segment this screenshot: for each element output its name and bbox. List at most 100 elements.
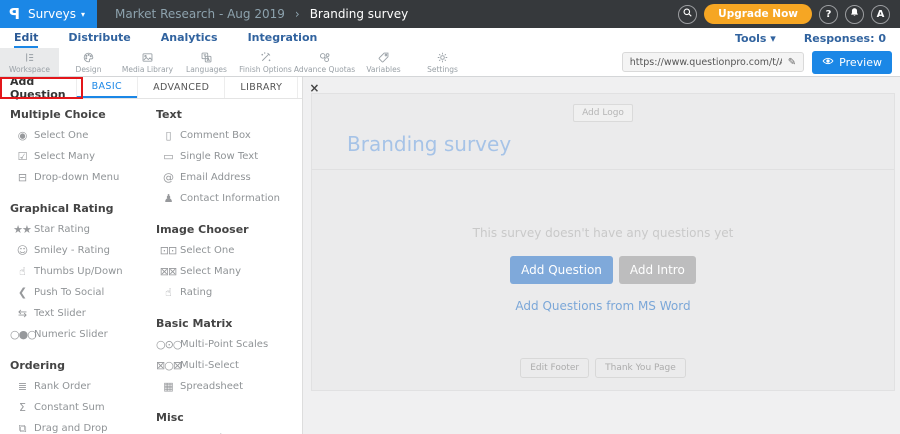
- question-type-image-select-many[interactable]: ⊠⊠Select Many: [156, 261, 302, 282]
- question-type-label: Multi-Select: [180, 360, 239, 371]
- panel-tabs: BASICADVANCEDLIBRARY: [76, 77, 298, 98]
- tool-variables[interactable]: Variables: [354, 48, 413, 76]
- add-intro-button[interactable]: Add Intro: [619, 256, 696, 284]
- quotas-icon: [318, 51, 331, 64]
- question-type-constant-sum[interactable]: ΣConstant Sum: [10, 397, 156, 418]
- question-type-label: Rating: [180, 287, 212, 298]
- select-one-icon: ◉: [10, 129, 34, 142]
- panel-tab-library[interactable]: LIBRARY: [224, 77, 297, 98]
- section-title-ordering: Ordering: [10, 359, 156, 372]
- tool-advance-quotas[interactable]: Advance Quotas: [295, 48, 354, 76]
- tool-label: Advance Quotas: [294, 65, 355, 74]
- survey-url-field[interactable]: https://www.questionpro.com/t/APNrFZ ✎: [622, 52, 804, 72]
- question-type-select-many[interactable]: ☑Select Many: [10, 146, 156, 167]
- question-type-label: Select One: [34, 130, 88, 141]
- menu-tab-analytics[interactable]: Analytics: [161, 28, 218, 48]
- question-type-smiley-rating[interactable]: ☺Smiley - Rating: [10, 240, 156, 261]
- canvas-background: Add Logo Branding survey This survey doe…: [303, 77, 900, 434]
- question-type-contact-information[interactable]: ♟Contact Information: [156, 188, 302, 209]
- menu-bar: Edit Distribute Analytics Integration Tools…: [0, 28, 900, 48]
- surveys-product-switcher[interactable]: P Surveys ▾: [0, 0, 97, 28]
- menu-tab-distribute[interactable]: Distribute: [68, 28, 130, 48]
- search-button[interactable]: [678, 5, 697, 24]
- question-type-label: Spreadsheet: [180, 381, 243, 392]
- tool-design[interactable]: Design: [59, 48, 118, 76]
- question-type-rank-order[interactable]: ≣Rank Order: [10, 376, 156, 397]
- question-type-comment-box[interactable]: ▯Comment Box: [156, 125, 302, 146]
- section-title-image-chooser: Image Chooser: [156, 223, 302, 236]
- question-type-image-rating[interactable]: ☝Rating: [156, 282, 302, 303]
- finish-icon: [259, 51, 272, 64]
- panel-tab-advanced[interactable]: ADVANCED: [137, 77, 224, 98]
- breadcrumb-folder[interactable]: Market Research - Aug 2019: [115, 7, 285, 21]
- survey-canvas: Add Logo Branding survey This survey doe…: [311, 93, 895, 391]
- smiley-rating-icon: ☺: [10, 244, 34, 257]
- empty-state-buttons: Add Question Add Intro: [312, 256, 894, 284]
- question-type-push-to-social[interactable]: ❮Push To Social: [10, 282, 156, 303]
- question-type-spreadsheet[interactable]: ▦Spreadsheet: [156, 376, 302, 397]
- survey-title[interactable]: Branding survey: [347, 132, 894, 156]
- thank-you-page-button[interactable]: Thank You Page: [595, 358, 686, 378]
- settings-icon: [436, 51, 449, 64]
- question-type-star-rating[interactable]: ★★Star Rating: [10, 219, 156, 240]
- section-title-basic-matrix: Basic Matrix: [156, 317, 302, 330]
- question-type-numeric-slider[interactable]: ○●○Numeric Slider: [10, 324, 156, 345]
- panel-tab-basic[interactable]: BASIC: [76, 77, 137, 98]
- star-rating-icon: ★★: [10, 223, 34, 236]
- multi-select-icon: ⊠○⊠: [156, 359, 180, 372]
- avatar[interactable]: A: [871, 5, 890, 24]
- survey-header: Add Logo Branding survey: [312, 94, 894, 170]
- canvas-footer: Edit Footer Thank You Page: [312, 358, 894, 390]
- add-from-ms-word-link[interactable]: Add Questions from MS Word: [515, 299, 690, 313]
- question-type-thumbs-up-down[interactable]: ☝Thumbs Up/Down: [10, 261, 156, 282]
- question-type-list: Multiple Choice◉Select One☑Select Many⊟D…: [0, 99, 302, 434]
- notifications-button[interactable]: [845, 5, 864, 24]
- tool-finish-options[interactable]: Finish Options: [236, 48, 295, 76]
- question-type-label: Constant Sum: [34, 402, 105, 413]
- edit-url-icon[interactable]: ✎: [788, 57, 796, 68]
- panel-header: Add Question BASICADVANCEDLIBRARY ×: [0, 77, 302, 99]
- question-type-select-one[interactable]: ◉Select One: [10, 125, 156, 146]
- tool-label: Settings: [427, 65, 458, 74]
- question-type-multi-select[interactable]: ⊠○⊠Multi-Select: [156, 355, 302, 376]
- upgrade-now-button[interactable]: Upgrade Now: [704, 4, 812, 24]
- edit-footer-button[interactable]: Edit Footer: [520, 358, 589, 378]
- question-type-drag-and-drop[interactable]: ⧉Drag and Drop: [10, 418, 156, 434]
- tool-media-library[interactable]: Media Library: [118, 48, 177, 76]
- panel-column-2: Text▯Comment Box▭Single Row Text@Email A…: [156, 101, 302, 434]
- question-type-label: Smiley - Rating: [34, 245, 110, 256]
- tools-menu[interactable]: Tools ▾: [735, 32, 776, 45]
- responses-count[interactable]: Responses: 0: [804, 32, 886, 45]
- question-type-image-select-one[interactable]: ⊡⊡Select One: [156, 240, 302, 261]
- question-type-single-row-text[interactable]: ▭Single Row Text: [156, 146, 302, 167]
- preview-button[interactable]: Preview: [812, 51, 892, 74]
- drop-down-menu-icon: ⊟: [10, 171, 34, 184]
- tool-settings[interactable]: Settings: [413, 48, 472, 76]
- toolbar-buttons: Workspace DesignMedia LibraryLanguagesFin…: [0, 48, 472, 76]
- canvas-add-question-button[interactable]: Add Question: [510, 256, 613, 284]
- tool-languages[interactable]: Languages: [177, 48, 236, 76]
- question-type-drop-down-menu[interactable]: ⊟Drop-down Menu: [10, 167, 156, 188]
- tool-label: Workspace: [9, 65, 50, 74]
- add-logo-button[interactable]: Add Logo: [573, 104, 633, 122]
- help-icon: ?: [826, 9, 832, 20]
- menu-tab-integration[interactable]: Integration: [248, 28, 318, 48]
- close-panel-button[interactable]: ×: [297, 77, 330, 98]
- help-button[interactable]: ?: [819, 5, 838, 24]
- page-title: Branding survey: [310, 7, 409, 21]
- tool-label: Variables: [366, 65, 400, 74]
- question-type-multi-point-scales[interactable]: ○⊙○Multi-Point Scales: [156, 334, 302, 355]
- languages-icon: [200, 51, 213, 64]
- breadcrumb: Market Research - Aug 2019 › Branding su…: [115, 0, 408, 28]
- menu-tab-edit[interactable]: Edit: [14, 28, 38, 48]
- question-type-label: Push To Social: [34, 287, 104, 298]
- question-type-email-address[interactable]: @Email Address: [156, 167, 302, 188]
- empty-state-text: This survey doesn't have any questions y…: [312, 226, 894, 240]
- add-question-button[interactable]: Add Question: [0, 77, 76, 98]
- section-title-misc: Misc: [156, 411, 302, 424]
- question-type-date-time[interactable]: ▤Date / Time: [156, 428, 302, 434]
- tool-workspace[interactable]: Workspace: [0, 48, 59, 76]
- question-type-text-slider[interactable]: ⇆Text Slider: [10, 303, 156, 324]
- thumbs-up-down-icon: ☝: [10, 265, 34, 278]
- text-slider-icon: ⇆: [10, 307, 34, 320]
